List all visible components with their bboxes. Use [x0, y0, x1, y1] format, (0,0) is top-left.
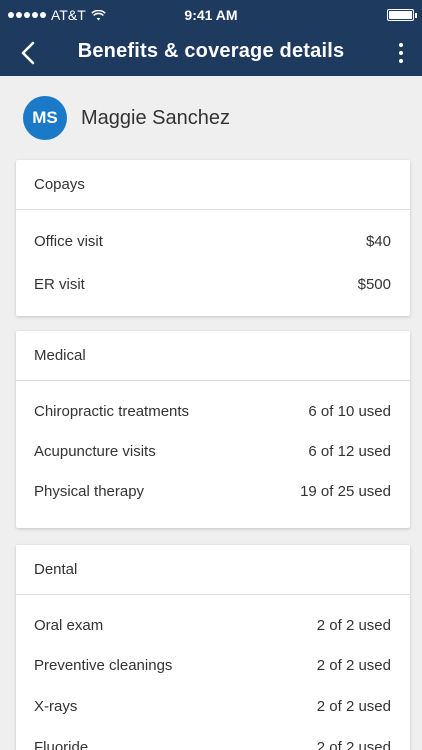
avatar: MS	[23, 96, 67, 140]
card-title: Medical	[16, 331, 410, 381]
item-label: Acupuncture visits	[34, 442, 156, 460]
list-item: X-rays 2 of 2 used	[16, 685, 410, 727]
card-title: Dental	[16, 545, 410, 595]
member-header: MS Maggie Sanchez	[23, 96, 230, 140]
navigation-bar: Benefits & coverage details	[0, 30, 422, 76]
item-label: Chiropractic treatments	[34, 402, 190, 420]
list-item: Preventive cleanings 2 of 2 used	[16, 645, 410, 685]
list-item: ER visit $500	[16, 263, 410, 306]
item-value: 2 of 2 used	[316, 616, 391, 634]
member-name: Maggie Sanchez	[81, 106, 230, 129]
item-value: 6 of 12 used	[308, 442, 391, 460]
list-item: Chiropractic treatments 6 of 10 used	[16, 391, 410, 431]
status-time: 9:41 AM	[184, 7, 238, 23]
item-value: 2 of 2 used	[316, 697, 391, 715]
item-value: 2 of 2 used	[316, 656, 391, 674]
item-label: X-rays	[34, 697, 78, 715]
item-label: Physical therapy	[34, 482, 145, 500]
list-item: Office visit $40	[16, 220, 410, 263]
list-item: Oral exam 2 of 2 used	[16, 605, 410, 645]
item-value: 6 of 10 used	[308, 402, 391, 420]
item-label: ER visit	[34, 276, 85, 293]
list-item: Acupuncture visits 6 of 12 used	[16, 431, 410, 471]
status-bar: AT&T 9:41 AM	[0, 0, 422, 30]
item-value: $500	[357, 276, 391, 293]
copays-card: Copays Office visit $40 ER visit $500	[16, 160, 410, 316]
page-title: Benefits & coverage details	[77, 40, 345, 62]
list-item: Physical therapy 19 of 25 used	[16, 471, 410, 511]
item-value: $40	[365, 233, 391, 250]
battery-icon	[387, 9, 417, 21]
item-value: 19 of 25 used	[300, 482, 391, 500]
dental-card: Dental Oral exam 2 of 2 used Preventive …	[16, 545, 410, 750]
item-label: Oral exam	[34, 616, 104, 634]
more-options-button[interactable]	[388, 36, 414, 70]
item-label: Office visit	[34, 233, 103, 250]
card-title: Copays	[16, 160, 410, 210]
list-item: Fluoride 2 of 2 used	[16, 727, 410, 750]
item-label: Preventive cleanings	[34, 656, 173, 674]
more-vertical-icon	[399, 43, 403, 47]
medical-card: Medical Chiropractic treatments 6 of 10 …	[16, 331, 410, 528]
item-label: Fluoride	[34, 738, 89, 750]
item-value: 2 of 2 used	[316, 738, 391, 750]
